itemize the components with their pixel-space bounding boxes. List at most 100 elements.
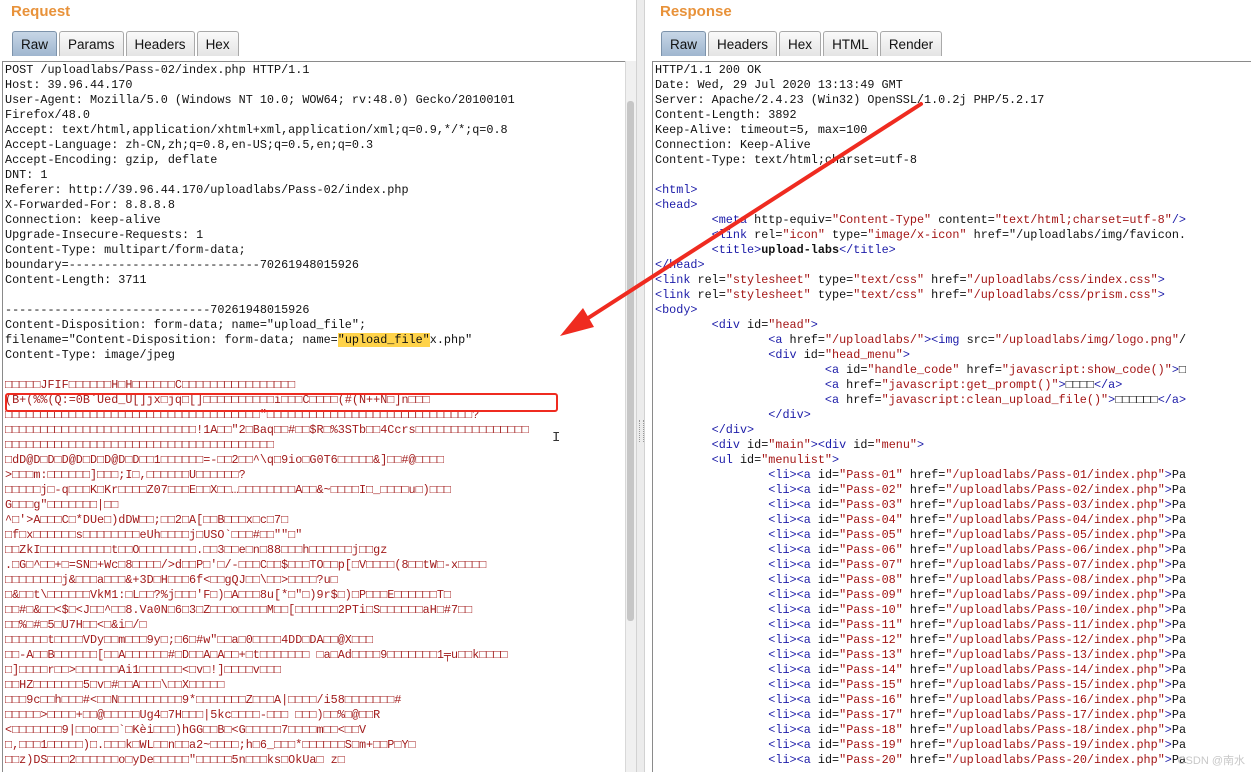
response-html-line: <li><a id="Pass-20" href="/uploadlabs/Pa… [768,753,1187,767]
request-line: Content-Disposition: form-data; name="up… [5,318,367,332]
response-html-line: <li><a id="Pass-16" href="/uploadlabs/Pa… [768,693,1187,707]
watermark: CSDN @南水 [1177,755,1245,767]
response-html-line: <li><a id="Pass-03" href="/uploadlabs/Pa… [768,498,1187,512]
response-html-line: <div id="head"> [711,318,818,332]
request-line: □□□□□j□-q□□□K□Kr□□□□Z07□□□E□□X□□…□□□□□□□… [5,483,451,497]
request-line: □,□□□1□□□□□)□.□□□k□WL□□n□□a2~□□□□;h□6_□□… [5,738,416,752]
response-tab-hex[interactable]: Hex [779,31,822,56]
response-html-line: <ul id="menulist"> [711,453,840,467]
request-line: Content-Type: image/jpeg [5,348,175,362]
request-tab-headers[interactable]: Headers [125,31,195,56]
request-line: Content-Length: 3711 [5,273,147,287]
response-html-line: <li><a id="Pass-08" href="/uploadlabs/Pa… [768,573,1187,587]
response-tab-raw[interactable]: Raw [661,31,707,56]
request-line: □dD@D□D□D@D□D□D@D□D□□1□□□□□□=-□□2□□^\q□9… [5,453,444,467]
request-line: □□□□□□□□□□□□□□□□□□□□□□□□□□□□□□□□□□□□□□ [5,438,275,452]
response-html-line: <div id="head_menu"> [768,348,910,362]
request-line: Content-Type: multipart/form-data; [5,243,246,257]
request-line: G□□□g"□□□□□□□|□□ [5,498,119,512]
request-line [5,288,625,303]
request-scrollbar[interactable] [625,61,636,772]
response-header-line: Server: Apache/2.4.23 (Win32) OpenSSL/1.… [655,93,1045,107]
request-tab-raw[interactable]: Raw [12,31,58,56]
pane-splitter[interactable] [636,0,645,772]
response-header-line: Content-Length: 3892 [655,108,797,122]
request-line: Accept-Language: zh-CN,zh;q=0.8,en-US;q=… [5,138,374,152]
response-html-line: <li><a id="Pass-06" href="/uploadlabs/Pa… [768,543,1187,557]
response-header-line: Keep-Alive: timeout=5, max=100 [655,123,868,137]
response-pane: Response Raw Headers Hex HTML Render HTTP/1.… [645,0,1251,772]
request-pane: Request Raw Params Headers Hex POST /upload… [0,0,636,772]
request-line: Upgrade-Insecure-Requests: 1 [5,228,204,242]
request-line: □&□□t\□□□□□□VkM1:□L□□?%j□□□'F□)□A□□□8u[*… [5,588,451,602]
request-line: POST /uploadlabs/Pass-02/index.php HTTP/… [5,63,310,77]
request-line: Accept: text/html,application/xhtml+xml,… [5,123,508,137]
response-html-line: <html> [655,183,698,197]
request-editor[interactable]: POST /uploadlabs/Pass-02/index.php HTTP/… [2,61,626,772]
request-line: □□□□□□t□□□□VDy□□m□□□9y□;□6□#w"□□a□0□□□□4… [5,633,374,647]
request-tab-bar: Raw Params Headers Hex [12,31,241,56]
response-html-line: <li><a id="Pass-14" href="/uploadlabs/Pa… [768,663,1187,677]
highlight-box-annotation [5,393,558,412]
response-tab-render[interactable]: Render [879,31,943,56]
request-line: □□□□□□□□□□□□□□□□□□□□□□□□□□□!1A□□"2□Baq□□… [5,423,529,437]
response-html-line: </head> [655,258,705,272]
request-line: □]□□□□r□□>□□□□□□Ai1□□□□□□<□v□!]□□□□v□□□ [5,663,282,677]
response-header-line: Connection: Keep-Alive [655,138,811,152]
response-html-line: <link rel="stylesheet" type="text/css" h… [655,273,1165,287]
response-html-line: <a href="javascript:get_prompt()">□□□□</… [824,378,1123,392]
response-html-line: <li><a id="Pass-11" href="/uploadlabs/Pa… [768,618,1187,632]
request-line: □□HZ□□□□□□□5□v□#□□A□□□\□□X□□□□□ [5,678,225,692]
response-html-line: <li><a id="Pass-17" href="/uploadlabs/Pa… [768,708,1187,722]
text-cursor-icon: Ι [552,430,561,446]
response-html-line: <meta http-equiv="Content-Type" content=… [711,213,1186,227]
request-line: □□□□□JFIF□□□□□□H□H□□□□□□C□□□□□□□□□□□□□□□… [5,378,296,392]
request-tab-hex[interactable]: Hex [196,31,239,56]
response-html-line: <head> [655,198,698,212]
request-line: □□%□#□5□U7H□□<□&i□/□ [5,618,147,632]
response-title: Response [660,3,732,20]
request-line: boundary=---------------------------7026… [5,258,359,272]
response-html-line: <li><a id="Pass-10" href="/uploadlabs/Pa… [768,603,1187,617]
response-html-line: <link rel="stylesheet" type="text/css" h… [655,288,1165,302]
response-html-line: <title>upload-labs</title> [711,243,896,257]
filename-prefix: filename="Content-Disposition: form-data… [5,333,338,347]
request-line: Connection: keep-alive [5,213,161,227]
response-editor[interactable]: HTTP/1.1 200 OK Date: Wed, 29 Jul 2020 13… [652,61,1251,772]
response-html-line: <li><a id="Pass-18" href="/uploadlabs/Pa… [768,723,1187,737]
filename-suffix: x.php" [429,333,473,347]
splitter-grip-icon[interactable] [639,420,644,442]
request-line: Firefox/48.0 [5,108,90,122]
request-raw-text[interactable]: POST /uploadlabs/Pass-02/index.php HTTP/… [3,62,625,768]
filename-highlight: "upload_file" [337,333,430,347]
request-line: User-Agent: Mozilla/5.0 (Windows NT 10.0… [5,93,515,107]
request-line: -----------------------------70261948015… [5,303,310,317]
response-tab-headers[interactable]: Headers [708,31,778,56]
response-tab-bar: Raw Headers Hex HTML Render [661,31,944,56]
response-header-line [655,168,1251,183]
response-html-line: </div> [768,408,811,422]
response-html-line: <li><a id="Pass-04" href="/uploadlabs/Pa… [768,513,1187,527]
request-line: □□#□&□□<$□<J□□^□□8.Va0N□6□3□Z□□□o□□□□M□□… [5,603,473,617]
response-raw-text[interactable]: HTTP/1.1 200 OK Date: Wed, 29 Jul 2020 13… [653,62,1251,768]
response-html-line: <a href="javascript:clean_upload_file()"… [824,393,1187,407]
request-tab-params[interactable]: Params [59,31,124,56]
response-html-line: <link rel="icon" type="image/x-icon" hre… [711,228,1187,242]
response-html-line: <li><a id="Pass-07" href="/uploadlabs/Pa… [768,558,1187,572]
response-tab-html[interactable]: HTML [823,31,878,56]
response-header-line: HTTP/1.1 200 OK [655,63,762,77]
response-html-line: <body> [655,303,698,317]
response-html-line: <li><a id="Pass-15" href="/uploadlabs/Pa… [768,678,1187,692]
request-line: DNT: 1 [5,168,48,182]
request-line: Referer: http://39.96.44.170/uploadlabs/… [5,183,409,197]
response-html-line: <a id="handle_code" href="javascript:sho… [824,363,1187,377]
request-line: >□□□m:□□□□□□]□□□;I□,□□□□□□U□□□□□□? [5,468,246,482]
response-header-line: Date: Wed, 29 Jul 2020 13:13:49 GMT [655,78,903,92]
response-html-line: <li><a id="Pass-13" href="/uploadlabs/Pa… [768,648,1187,662]
response-html-line: <li><a id="Pass-01" href="/uploadlabs/Pa… [768,468,1187,482]
response-html-line: <li><a id="Pass-05" href="/uploadlabs/Pa… [768,528,1187,542]
response-html-line: <li><a id="Pass-02" href="/uploadlabs/Pa… [768,483,1187,497]
request-scrollbar-thumb[interactable] [627,101,634,621]
response-header-line: Content-Type: text/html;charset=utf-8 [655,153,917,167]
request-title: Request [11,3,71,20]
